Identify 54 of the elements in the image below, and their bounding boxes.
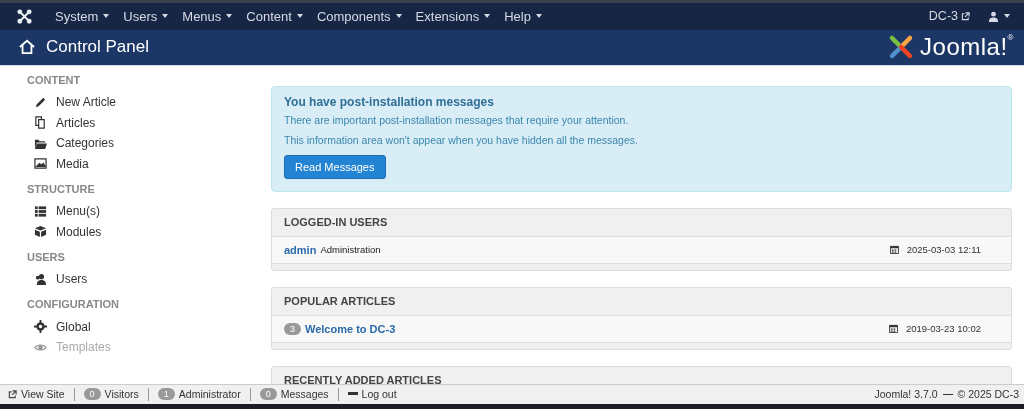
pencil-icon bbox=[34, 95, 47, 109]
nav-menu[interactable]: Components bbox=[309, 8, 409, 24]
hits-badge: 3 bbox=[284, 322, 301, 335]
nav-menu[interactable]: System bbox=[48, 8, 117, 24]
status-item[interactable]: 0 Visitors bbox=[83, 388, 139, 401]
status-item[interactable]: 1 Administrator bbox=[157, 388, 241, 401]
calendar-icon bbox=[889, 324, 898, 334]
external-link-icon bbox=[8, 390, 17, 399]
sidebar-item[interactable]: New Article bbox=[27, 91, 271, 113]
alert-text: There are important post-installation messages that require your attention. bbox=[284, 113, 630, 126]
row-link[interactable]: Welcome to DC-3 bbox=[305, 322, 396, 335]
alert-text: This information area won't appear when you have hidden all the messages. bbox=[284, 133, 639, 146]
row-date: 2019-03-23 10:02 bbox=[906, 323, 981, 335]
external-link-icon bbox=[961, 11, 970, 21]
status-item[interactable]: 0 Messages bbox=[259, 388, 329, 401]
sidebar-heading: USERS bbox=[27, 250, 66, 263]
nav-menu[interactable]: Help bbox=[497, 8, 549, 24]
nav-menu[interactable]: Menus bbox=[175, 8, 240, 24]
panel-title: LOGGED-IN USERS bbox=[272, 208, 1011, 237]
list-icon bbox=[34, 204, 47, 218]
nav-menu[interactable]: Extensions bbox=[408, 8, 498, 24]
status-item[interactable]: View Site bbox=[8, 388, 65, 401]
sidebar-item[interactable]: Articles bbox=[27, 112, 271, 133]
home-icon bbox=[18, 39, 36, 56]
version-text: Joomla! 3.7.0 bbox=[874, 388, 938, 401]
image-icon bbox=[34, 157, 47, 171]
row-link[interactable]: admin bbox=[284, 243, 317, 256]
joomla-icon[interactable] bbox=[17, 8, 32, 24]
sidebar-heading: STRUCTURE bbox=[27, 182, 96, 195]
nav-menu[interactable]: Users bbox=[116, 8, 176, 24]
sidebar-heading: CONTENT bbox=[27, 73, 82, 86]
sidebar-item[interactable]: Global bbox=[27, 316, 271, 337]
minus-icon bbox=[347, 392, 358, 397]
sidebar-item[interactable]: Menu(s) bbox=[27, 200, 271, 222]
read-messages-button[interactable]: Read Messages bbox=[284, 154, 386, 179]
row-note: Administration bbox=[320, 244, 381, 256]
row-date: 2025-03-03 12:11 bbox=[906, 244, 981, 256]
site-link[interactable]: DC-3 bbox=[928, 9, 958, 24]
calendar-icon bbox=[889, 245, 899, 255]
sidebar-item[interactable]: Media bbox=[27, 153, 271, 174]
sidebar-item[interactable]: Categories bbox=[27, 132, 271, 154]
users-icon bbox=[34, 272, 47, 286]
page-title: Control Panel bbox=[46, 37, 149, 58]
cube-icon bbox=[34, 225, 47, 239]
panel-title: POPULAR ARTICLES bbox=[272, 287, 1011, 316]
sidebar-item[interactable]: Users bbox=[27, 268, 271, 290]
copy-icon bbox=[34, 116, 47, 130]
copyright-text: © 2025 DC-3 bbox=[957, 388, 1019, 401]
joomla-logo-text: Joomla!$^{®}$ bbox=[920, 33, 1014, 62]
sidebar-item[interactable]: Modules bbox=[27, 221, 271, 242]
status-item[interactable]: Log out bbox=[347, 388, 397, 401]
sidebar-heading: CONFIGURATION bbox=[27, 298, 121, 311]
nav-menu[interactable]: Content bbox=[239, 8, 310, 24]
alert-title: You have post-installation messages bbox=[284, 94, 495, 109]
